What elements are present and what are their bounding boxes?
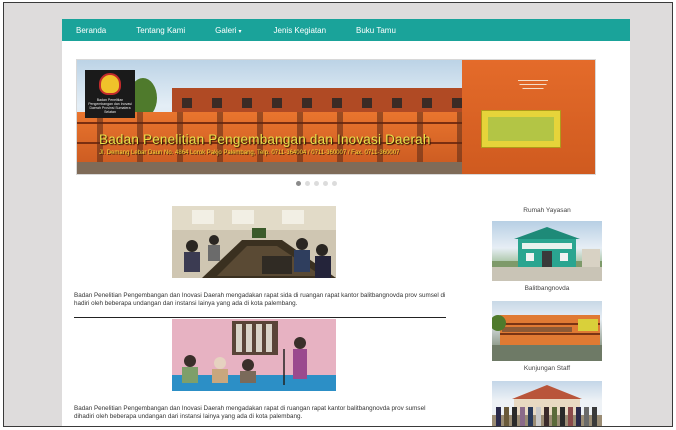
road-shape bbox=[77, 162, 477, 174]
slider-dot[interactable] bbox=[332, 181, 337, 186]
slider-dot[interactable] bbox=[305, 181, 310, 186]
emblem-icon bbox=[99, 73, 121, 95]
agency-logo: Badan Penelitian Pengembangan dan Inovas… bbox=[85, 70, 135, 118]
news-photo-event[interactable] bbox=[172, 319, 336, 391]
event-photo-illustration bbox=[172, 319, 336, 391]
slider-indicators bbox=[296, 181, 341, 186]
building-signage: ▬▬▬▬▬▬▬▬▬▬ ▬▬▬▬▬▬▬▬▬ ▬▬▬▬▬▬▬ bbox=[518, 78, 548, 90]
news-caption: Badan Penelitian Pengembangan dan Inovas… bbox=[74, 292, 446, 307]
news-photo-meeting[interactable] bbox=[172, 206, 336, 278]
group-photo-illustration bbox=[492, 385, 602, 426]
nav-galeri-label: Galeri bbox=[215, 25, 237, 35]
news-caption: Badan Penelitian Pengembangan dan Inovas… bbox=[74, 405, 426, 420]
top-navbar: Beranda Tentang Kami Galeri ▾ Jenis Kegia… bbox=[62, 19, 630, 41]
slider-dot[interactable] bbox=[296, 181, 301, 186]
meeting-photo-illustration bbox=[172, 206, 336, 278]
nav-galeri[interactable]: Galeri ▾ bbox=[215, 26, 241, 35]
page-container: Beranda Tentang Kami Galeri ▾ Jenis Kegia… bbox=[62, 19, 630, 426]
nav-beranda[interactable]: Beranda bbox=[76, 26, 106, 35]
nav-jenis-kegiatan[interactable]: Jenis Kegiatan bbox=[274, 26, 326, 35]
building-photo-illustration bbox=[492, 315, 602, 361]
yellow-billboard bbox=[481, 110, 561, 148]
sidebar-heading: Rumah Yayasan bbox=[523, 207, 571, 214]
sidebar-caption: Balitbangnovda bbox=[524, 285, 570, 292]
sidebar-photo-rumah-yayasan[interactable] bbox=[492, 221, 602, 281]
chevron-down-icon: ▾ bbox=[238, 28, 242, 35]
slider-dot[interactable] bbox=[314, 181, 319, 186]
nav-buku-tamu[interactable]: Buku Tamu bbox=[356, 26, 396, 35]
nav-tentang-kami[interactable]: Tentang Kami bbox=[136, 26, 185, 35]
logo-caption: Badan Penelitian Pengembangan dan Inovas… bbox=[88, 98, 132, 114]
hero-slider[interactable]: ▬▬▬▬▬▬▬▬▬▬ ▬▬▬▬▬▬▬▬▬ ▬▬▬▬▬▬▬ Badan Penelit… bbox=[76, 59, 596, 175]
sidebar-photo-kunjungan[interactable] bbox=[492, 381, 602, 426]
house-photo-illustration bbox=[492, 227, 602, 281]
sidebar-photo-balitbangnovda[interactable] bbox=[492, 301, 602, 361]
divider bbox=[74, 317, 446, 318]
slide-subtitle: Jl. Demang Lebar Daun No. 4864 Lorok Pak… bbox=[99, 150, 400, 156]
browser-frame: Beranda Tentang Kami Galeri ▾ Jenis Kegia… bbox=[3, 2, 673, 427]
sidebar-caption: Kunjungan Staff bbox=[523, 365, 571, 372]
slide-title: Badan Penelitian Pengembangan dan Inovas… bbox=[99, 132, 431, 147]
slider-dot[interactable] bbox=[323, 181, 328, 186]
